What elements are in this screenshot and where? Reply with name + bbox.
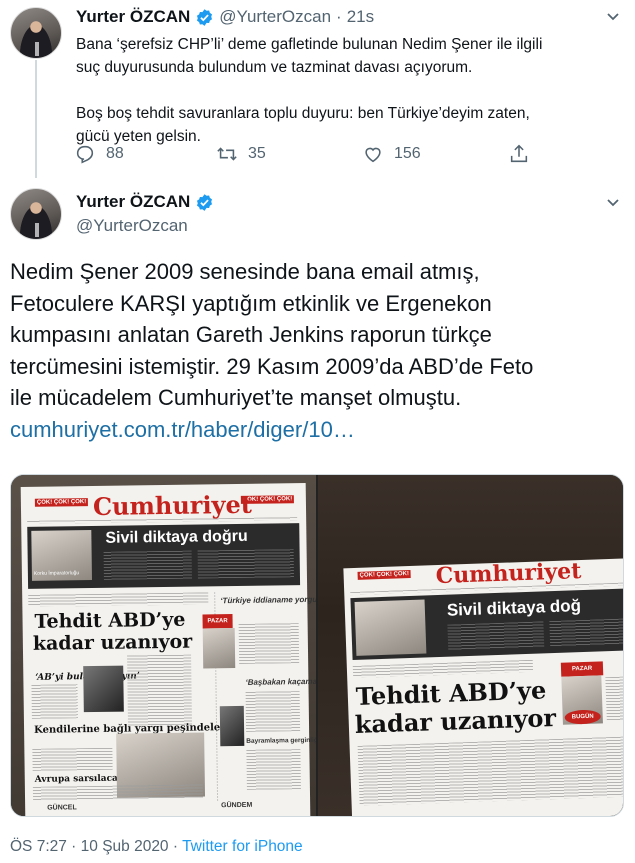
verified-badge-icon — [197, 193, 213, 211]
newspaper-page: ÇOK! ÇOK! ÇOK! ÇOK! ÇOK! ÇOK! Cumhuriyet… — [20, 483, 316, 816]
pazar-box: PAZAR — [202, 614, 233, 629]
tweet-media[interactable]: ÇOK! ÇOK! ÇOK! ÇOK! ÇOK! ÇOK! Cumhuriyet… — [10, 474, 624, 817]
handle[interactable]: @YurterOzcan — [219, 7, 331, 27]
retweet-count: 35 — [248, 145, 266, 162]
newspaper-banner: Sivil diktaya doğru Korku İmparatorluğu — [27, 523, 301, 589]
headline-line: kadar uzanıyor — [32, 630, 193, 655]
share-icon — [510, 144, 528, 163]
separator: · — [336, 7, 342, 26]
tweet-timestamp[interactable]: ÖS 7:27 · 10 Şub 2020 · — [10, 838, 182, 855]
side-headline: Bayramlaşma gerginliği — [246, 736, 316, 745]
subheadline: Avrupa sarsılacak — [34, 773, 125, 785]
headline-line: Tehdit ABD’ye — [34, 608, 186, 633]
newspaper-banner: Sivil diktaya doğ — [350, 587, 623, 661]
tweet-text: Bana ‘şerefsiz CHP’li’ deme gafletinde b… — [76, 33, 616, 148]
tweet-text-line: Boş boş tehdit savuranlara toplu duyuru:… — [76, 105, 530, 122]
tweet-time[interactable]: 21s — [347, 7, 374, 27]
newspaper-stamp: ÇOK! ÇOK! ÇOK! — [34, 498, 89, 507]
tweet-text-line: Nedim Şener 2009 senesinde bana email at… — [10, 259, 480, 284]
chevron-down-icon[interactable] — [603, 6, 623, 26]
retweet-icon — [217, 147, 237, 161]
tweet-header: Yurter ÖZCAN — [76, 192, 219, 212]
newspaper-page: ÇOK! ÇOK! ÇOK! Cumhuriyet Sivil diktaya … — [343, 557, 623, 816]
like-count: 156 — [394, 145, 421, 162]
tweet-text-line: suç duyurusunda bulundum ve tazminat dav… — [76, 59, 473, 76]
retweet-button[interactable]: 35 — [216, 143, 362, 165]
headline-line: kadar uzanıyor — [354, 702, 557, 740]
photo-left[interactable]: ÇOK! ÇOK! ÇOK! ÇOK! ÇOK! ÇOK! Cumhuriyet… — [11, 475, 316, 816]
display-name[interactable]: Yurter ÖZCAN — [76, 7, 190, 27]
tweet-text: Nedim Şener 2009 senesinde bana email at… — [10, 256, 625, 445]
banner-title: Sivil diktaya doğru — [105, 527, 248, 547]
newspaper-masthead: Cumhuriyet — [92, 489, 253, 521]
verified-badge-icon — [197, 8, 213, 26]
like-icon — [365, 147, 381, 163]
newspaper-stamp: ÇOK! ÇOK! ÇOK! — [357, 569, 412, 580]
parent-tweet[interactable]: Yurter ÖZCAN @YurterOzcan · 21s Bana ‘şe… — [0, 0, 635, 178]
avatar[interactable] — [10, 188, 62, 240]
handle[interactable]: @YurterOzcan — [76, 216, 188, 236]
pazar-box: PAZAR — [560, 661, 604, 677]
article-link[interactable]: cumhuriyet.com.tr/haber/diger/10… — [10, 417, 355, 442]
thread-line — [35, 60, 37, 178]
banner-caption: Korku İmparatorluğu — [33, 570, 80, 577]
handle-row: @YurterOzcan — [76, 216, 188, 236]
tweet-text-line: tercümesini istemiştir. 29 Kasım 2009’da… — [10, 353, 534, 379]
tweet-text-line: kumpasını anlatan Gareth Jenkins raporun… — [10, 322, 492, 347]
share-button[interactable] — [508, 143, 540, 165]
side-headline: ‘Türkiye iddianame yorgunu’ — [220, 594, 316, 606]
chevron-down-icon[interactable] — [603, 192, 623, 212]
tweet-text-line: Bana ‘şerefsiz CHP’li’ deme gafletinde b… — [76, 36, 543, 53]
side-headline: ‘Başbakan kaçamaz’ — [245, 676, 316, 687]
display-name[interactable]: Yurter ÖZCAN — [76, 192, 190, 212]
reply-count: 88 — [106, 145, 124, 162]
section-label: GÜNDEM — [221, 801, 253, 810]
section-label: GÜNCEL — [47, 804, 77, 812]
tweet-meta: ÖS 7:27 · 10 Şub 2020 · Twitter for iPho… — [10, 838, 303, 856]
like-button[interactable]: 156 — [362, 143, 508, 165]
avatar[interactable] — [10, 7, 62, 59]
tweet-actions: 88 35 156 — [74, 143, 540, 165]
reply-button[interactable]: 88 — [74, 143, 216, 165]
tweet-header: Yurter ÖZCAN @YurterOzcan · 21s — [76, 7, 374, 27]
banner-title: Sivil diktaya doğ — [446, 596, 582, 620]
tweet-text-line: ile mücadelem Cumhuriyet’te manşet olmuş… — [10, 385, 462, 410]
photo-right[interactable]: ÇOK! ÇOK! ÇOK! Cumhuriyet Sivil diktaya … — [318, 475, 623, 816]
tweet-text-line: Fetoculere KARŞI yaptığım etkinlik ve Er… — [10, 290, 492, 316]
tweet-source[interactable]: Twitter for iPhone — [182, 838, 303, 855]
reply-icon — [76, 145, 94, 164]
